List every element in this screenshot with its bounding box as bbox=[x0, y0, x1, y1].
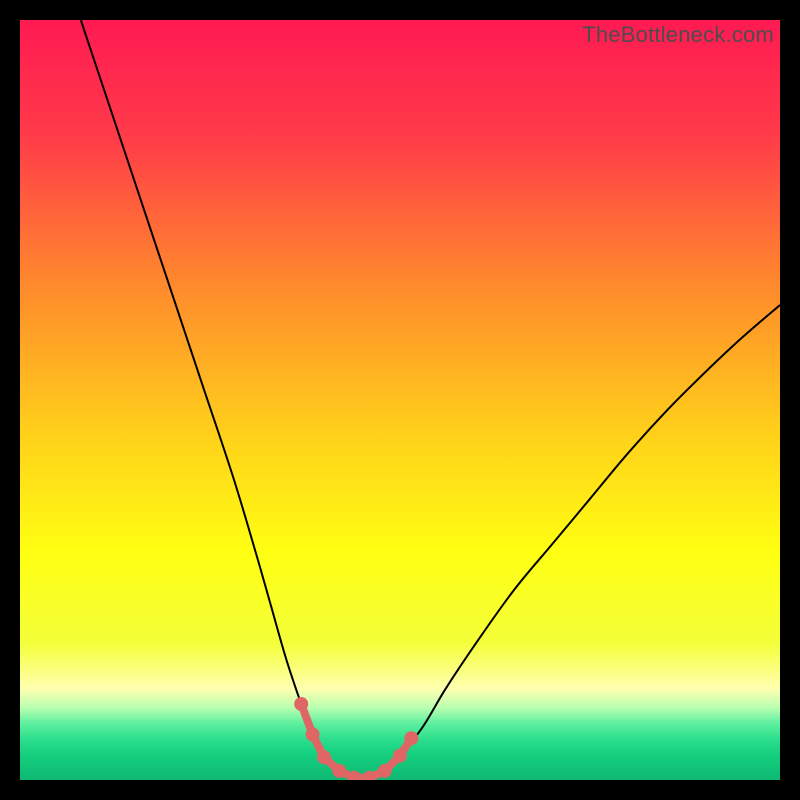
valley-marker-dot bbox=[393, 749, 407, 763]
valley-marker-dot bbox=[317, 750, 331, 764]
valley-marker-dot bbox=[378, 764, 392, 778]
valley-markers bbox=[20, 20, 780, 780]
watermark-text: TheBottleneck.com bbox=[582, 22, 774, 48]
plot-area: TheBottleneck.com bbox=[20, 20, 780, 780]
valley-marker-dot bbox=[294, 697, 308, 711]
valley-marker-dot bbox=[332, 764, 346, 778]
chart-frame: TheBottleneck.com bbox=[0, 0, 800, 800]
valley-marker-dot bbox=[404, 731, 418, 745]
valley-marker-dot bbox=[306, 727, 320, 741]
